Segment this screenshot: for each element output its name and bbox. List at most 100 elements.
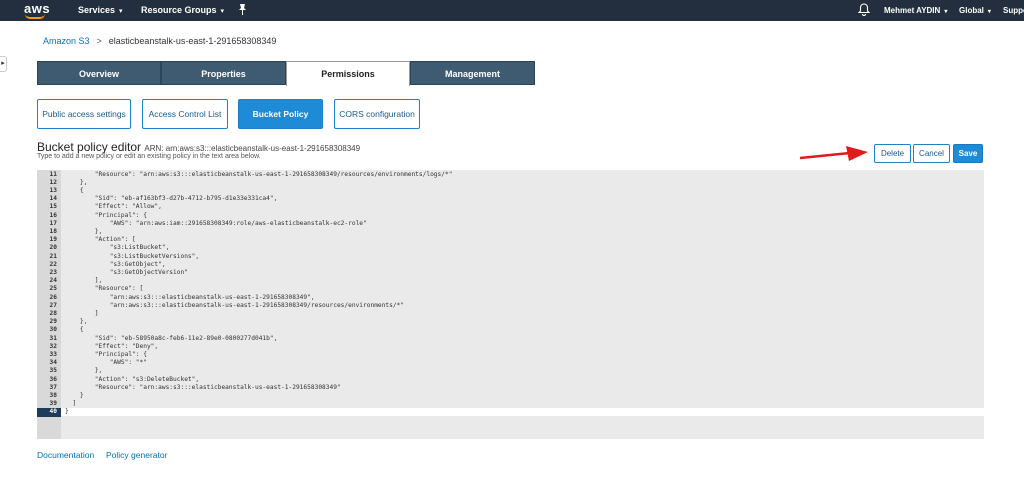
tab-properties[interactable]: Properties (161, 61, 286, 85)
breadcrumb-separator: > (96, 36, 102, 46)
line-number: 15 (49, 203, 57, 211)
line-number: 11 (49, 170, 57, 178)
line-number: 31 (49, 334, 57, 342)
line-number: 36 (49, 375, 57, 383)
line-number: 13 (49, 186, 57, 194)
code-line[interactable]: 11 "Resource": "arn:aws:s3:::elasticbean… (37, 171, 984, 179)
cancel-button[interactable]: Cancel (913, 144, 950, 163)
line-number: 35 (49, 367, 57, 375)
line-number: 23 (49, 268, 57, 276)
region-menu[interactable]: Global ▾ (959, 6, 991, 15)
code-line[interactable]: 15 "Effect": "Allow", (37, 203, 984, 211)
code-line[interactable]: 20 "s3:ListBucket", (37, 244, 984, 252)
line-number: 24 (49, 277, 57, 285)
policy-code-editor[interactable]: 11 "Resource": "arn:aws:s3:::elasticbean… (37, 170, 984, 439)
code-line[interactable]: 21 "s3:ListBucketVersions", (37, 253, 984, 261)
code-line[interactable]: 34 "AWS": "*" (37, 359, 984, 367)
code-line[interactable]: 13 { (37, 187, 984, 195)
code-line[interactable]: 31 "Sid": "eb-58950a8c-feb6-11e2-89e0-08… (37, 335, 984, 343)
delete-button[interactable]: Delete (874, 144, 911, 163)
line-number: 40 (37, 408, 61, 417)
subtab-public-access-settings[interactable]: Public access settings (37, 99, 131, 129)
code-line[interactable]: 14 "Sid": "eb-af163bf3-d27b-4712-b795-d1… (37, 195, 984, 203)
line-number: 34 (49, 359, 57, 367)
line-number: 22 (49, 260, 57, 268)
code-line[interactable]: 12 }, (37, 179, 984, 187)
line-number: 25 (49, 285, 57, 293)
code-line[interactable]: 18 }, (37, 228, 984, 236)
code-text: "s3:GetObject", (65, 260, 166, 268)
code-line[interactable]: 32 "Effect": "Deny", (37, 343, 984, 351)
editor-hint: Type to add a new policy or edit an exis… (37, 153, 261, 160)
code-text: "Action": [ (65, 236, 136, 244)
code-line[interactable]: 33 "Principal": { (37, 351, 984, 359)
services-label: Services (78, 5, 116, 15)
code-line[interactable]: 26 "arn:aws:s3:::elasticbeanstalk-us-eas… (37, 294, 984, 302)
sidebar-toggle-button[interactable]: ▸ (0, 56, 7, 72)
code-line[interactable]: 24 ], (37, 277, 984, 285)
save-button[interactable]: Save (953, 144, 983, 163)
code-line[interactable]: 16 "Principal": { (37, 212, 984, 220)
line-number: 38 (49, 391, 57, 399)
chevron-down-icon: ▾ (119, 8, 123, 15)
breadcrumb: Amazon S3 > elasticbeanstalk-us-east-1-291… (43, 36, 276, 46)
code-text: { (65, 186, 84, 194)
bucket-arn: ARN: arn:aws:s3:::elasticbeanstalk-us-ea… (144, 144, 361, 153)
chevron-down-icon: ▾ (987, 9, 991, 15)
line-number: 33 (49, 350, 57, 358)
code-line[interactable]: 37 "Resource": "arn:aws:s3:::elasticbean… (37, 384, 984, 392)
code-line[interactable]: 27 "arn:aws:s3:::elasticbeanstalk-us-eas… (37, 302, 984, 310)
support-menu[interactable]: Suppo (1003, 6, 1024, 15)
code-line[interactable]: 36 "Action": "s3:DeleteBucket", (37, 376, 984, 384)
code-text: "arn:aws:s3:::elasticbeanstalk-us-east-1… (65, 293, 315, 301)
top-navigation-bar: aws Services ▾ Resource Groups ▾ Mehmet AY… (0, 0, 1024, 21)
code-line[interactable]: 38 } (37, 392, 984, 400)
services-menu[interactable]: Services ▾ (78, 5, 123, 15)
subtab-cors-configuration[interactable]: CORS configuration (334, 99, 420, 129)
subtab-bucket-policy[interactable]: Bucket Policy (238, 99, 323, 129)
resource-groups-menu[interactable]: Resource Groups ▾ (141, 5, 224, 15)
line-number: 16 (49, 211, 57, 219)
aws-logo-smile-icon (25, 14, 45, 19)
user-name: Mehmet AYDIN (884, 6, 941, 15)
line-number: 14 (49, 195, 57, 203)
code-line[interactable]: 23 "s3:GetObjectVersion" (37, 269, 984, 277)
code-text: "Resource": [ (65, 285, 144, 293)
code-line[interactable]: 39 ] (37, 400, 984, 408)
tab-management[interactable]: Management (410, 61, 535, 85)
line-number: 18 (49, 227, 57, 235)
pin-icon[interactable] (238, 4, 247, 18)
code-text: "arn:aws:s3:::elasticbeanstalk-us-east-1… (65, 301, 404, 309)
code-text: } (65, 408, 69, 416)
code-line[interactable]: 30 { (37, 326, 984, 334)
code-text: "Effect": "Deny", (65, 342, 159, 350)
code-text: }, (65, 227, 103, 235)
tab-permissions[interactable]: Permissions (286, 61, 410, 86)
subtab-access-control-list[interactable]: Access Control List (142, 99, 228, 129)
code-text: "AWS": "*" (65, 359, 147, 367)
code-text: ] (65, 309, 99, 317)
code-line[interactable]: 35 }, (37, 367, 984, 375)
line-number: 28 (49, 309, 57, 317)
tab-overview[interactable]: Overview (37, 61, 161, 85)
code-text: }, (65, 318, 88, 326)
code-text: "s3:ListBucketVersions", (65, 252, 200, 260)
breadcrumb-amazon-s3-link[interactable]: Amazon S3 (43, 36, 90, 46)
code-line[interactable]: 29 }, (37, 318, 984, 326)
code-line[interactable]: 25 "Resource": [ (37, 285, 984, 293)
policy-generator-link[interactable]: Policy generator (106, 450, 167, 460)
region-label: Global (959, 6, 984, 15)
documentation-link[interactable]: Documentation (37, 450, 94, 460)
code-line[interactable]: 28 ] (37, 310, 984, 318)
code-text: { (65, 326, 84, 334)
code-text: ] (65, 400, 77, 408)
line-number: 32 (49, 342, 57, 350)
code-line[interactable]: 22 "s3:GetObject", (37, 261, 984, 269)
code-line[interactable]: 19 "Action": [ (37, 236, 984, 244)
code-line[interactable]: 17 "AWS": "arn:aws:iam::291658308349:rol… (37, 220, 984, 228)
code-text: ], (65, 277, 103, 285)
user-menu[interactable]: Mehmet AYDIN ▾ (884, 6, 947, 15)
code-line[interactable]: 40} (37, 408, 984, 417)
bell-icon[interactable] (857, 3, 871, 16)
resource-groups-label: Resource Groups (141, 5, 217, 15)
